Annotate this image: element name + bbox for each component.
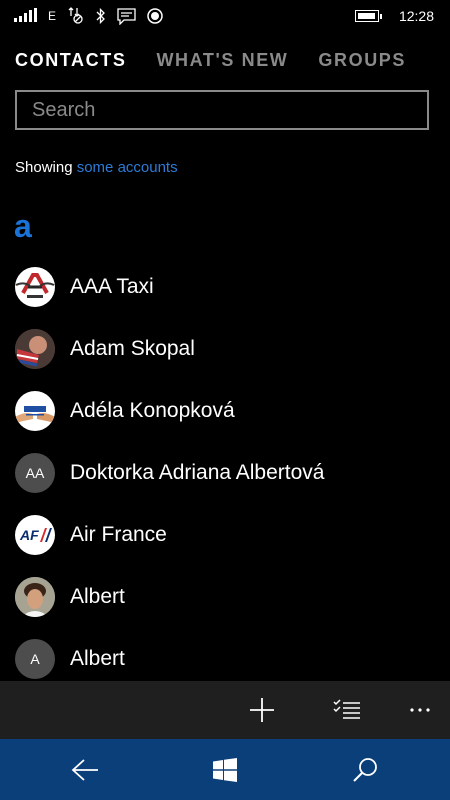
search-box[interactable]: [15, 90, 429, 130]
contact-name: AAA Taxi: [70, 275, 154, 298]
search-input[interactable]: [30, 97, 427, 123]
avatar: [15, 391, 55, 431]
app-bar: [0, 681, 450, 739]
showing-accounts: Showing some accounts: [15, 159, 178, 176]
back-icon: [71, 758, 98, 781]
tab-whats-new[interactable]: WHAT'S NEW: [156, 50, 288, 71]
contact-name: Adam Skopal: [70, 337, 195, 360]
contact-name: Adéla Konopková: [70, 399, 235, 422]
svg-text:AF: AF: [19, 527, 39, 543]
contact-item[interactable]: AA Doktorka Adriana Albertová: [0, 442, 450, 504]
contact-name: Doktorka Adriana Albertová: [70, 461, 325, 484]
showing-label: Showing: [15, 159, 73, 176]
avatar-initials: A: [30, 651, 40, 667]
contact-item[interactable]: Albert: [0, 566, 450, 628]
more-icon: [410, 708, 430, 712]
avatar: [15, 267, 55, 307]
contact-name: Albert: [70, 585, 125, 608]
signal-strength-icon: [14, 8, 37, 22]
data-connection-icon: [68, 0, 84, 32]
search-button[interactable]: [335, 739, 395, 800]
avatar: [15, 329, 55, 369]
start-button[interactable]: [195, 739, 255, 800]
record-icon: [146, 0, 164, 32]
message-icon: [117, 0, 136, 32]
avatar: A: [15, 639, 55, 679]
avatar: AA: [15, 453, 55, 493]
network-type-label: E: [48, 9, 57, 23]
status-bar: E 12:28: [0, 0, 450, 32]
more-button[interactable]: [395, 681, 445, 739]
avatar: [15, 577, 55, 617]
tab-groups[interactable]: GROUPS: [318, 50, 406, 71]
navigation-bar: [0, 739, 450, 800]
clock: 12:28: [398, 8, 434, 24]
some-accounts-link[interactable]: some accounts: [77, 159, 178, 176]
bluetooth-icon: [96, 0, 106, 32]
contact-item[interactable]: AF Air France: [0, 504, 450, 566]
avatar-initials: AA: [25, 465, 45, 481]
avatar: AF: [15, 515, 55, 555]
contact-name: Air France: [70, 523, 167, 546]
search-icon: [353, 757, 377, 782]
pivot-tabs: CONTACTS WHAT'S NEW GROUPS: [15, 50, 406, 71]
contact-name: Albert: [70, 647, 125, 670]
contact-item[interactable]: AAA Taxi: [0, 256, 450, 318]
select-button[interactable]: [322, 681, 372, 739]
contact-item[interactable]: Adam Skopal: [0, 318, 450, 380]
contact-item[interactable]: Adéla Konopková: [0, 380, 450, 442]
select-icon: [333, 699, 360, 719]
windows-start-icon: [213, 757, 237, 782]
battery-icon: [355, 0, 382, 32]
back-button[interactable]: [55, 739, 115, 800]
tab-contacts[interactable]: CONTACTS: [15, 50, 126, 71]
add-contact-button[interactable]: [237, 681, 287, 739]
add-icon: [250, 698, 274, 722]
group-header-letter[interactable]: a: [14, 206, 32, 246]
